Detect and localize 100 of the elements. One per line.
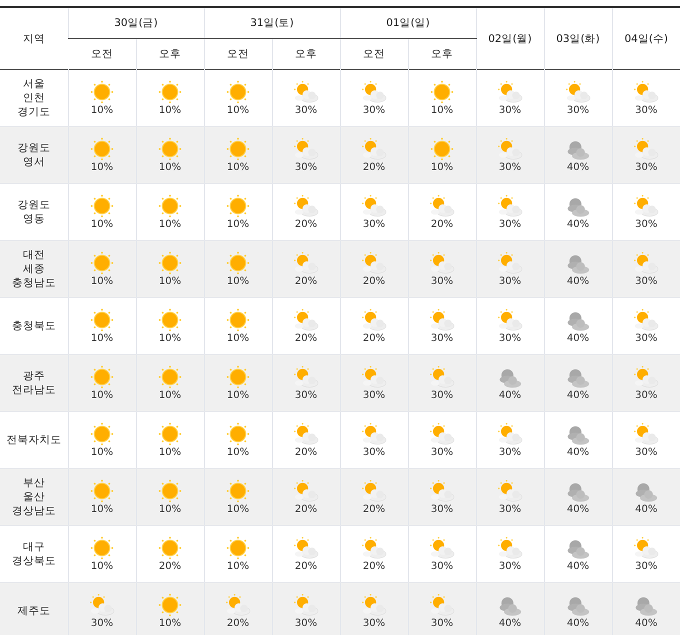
sun-cloud-icon: [360, 194, 388, 218]
sun-cloud-icon: [292, 422, 320, 446]
rain-chance: 40%: [566, 333, 590, 344]
rain-chance: 40%: [498, 390, 522, 401]
rain-chance: 30%: [362, 447, 386, 458]
sun-icon: [156, 593, 184, 617]
rain-chance: 10%: [226, 333, 250, 344]
sun-cloud-icon: [428, 422, 456, 446]
sun-icon: [88, 194, 116, 218]
sun-cloud-icon: [632, 308, 660, 332]
rain-chance: 30%: [430, 390, 454, 401]
rain-chance: 30%: [498, 333, 522, 344]
region-name: 제주도: [0, 582, 68, 635]
column-header: 지역: [0, 7, 68, 70]
rain-chance: 10%: [226, 219, 250, 230]
rain-chance: 10%: [90, 105, 114, 116]
rain-chance: 10%: [90, 504, 114, 515]
rain-chance: 10%: [90, 390, 114, 401]
rain-chance: 20%: [294, 219, 318, 230]
rain-chance: 10%: [158, 333, 182, 344]
rain-chance: 10%: [90, 447, 114, 458]
rain-chance: 10%: [158, 105, 182, 116]
sun-cloud-icon: [360, 137, 388, 161]
region-name: 광주 전라남도: [0, 354, 68, 412]
rain-chance: 10%: [226, 390, 250, 401]
sun-cloud-icon: [292, 194, 320, 218]
rain-chance: 10%: [90, 561, 114, 572]
rain-chance: 10%: [158, 219, 182, 230]
region-name: 대전 세종 충청남도: [0, 240, 68, 298]
rain-chance: 30%: [498, 105, 522, 116]
rain-chance: 30%: [566, 105, 590, 116]
rain-chance: 30%: [430, 618, 454, 629]
rain-chance: 30%: [294, 105, 318, 116]
sun-cloud-icon: [496, 308, 524, 332]
rain-chance: 10%: [158, 276, 182, 287]
sun-icon: [224, 422, 252, 446]
sun-icon: [156, 308, 184, 332]
region-name: 부산 울산 경상남도: [0, 468, 68, 526]
rain-chance: 10%: [226, 105, 250, 116]
sun-cloud-icon: [88, 593, 116, 617]
rain-chance: 30%: [498, 276, 522, 287]
sun-cloud-icon: [428, 479, 456, 503]
column-header: 오후: [272, 38, 340, 70]
sun-cloud-icon: [292, 479, 320, 503]
sun-cloud-icon: [632, 251, 660, 275]
sun-cloud-icon: [496, 80, 524, 104]
rain-chance: 20%: [430, 219, 454, 230]
rain-chance: 40%: [566, 276, 590, 287]
sun-cloud-icon: [496, 194, 524, 218]
rain-chance: 10%: [158, 618, 182, 629]
sun-cloud-icon: [360, 365, 388, 389]
sun-cloud-icon: [292, 593, 320, 617]
rain-chance: 30%: [430, 504, 454, 515]
rain-chance: 40%: [566, 219, 590, 230]
rain-chance: 20%: [294, 333, 318, 344]
rain-chance: 40%: [635, 618, 658, 629]
rain-chance: 20%: [294, 447, 318, 458]
rain-chance: 20%: [362, 162, 386, 173]
sun-cloud-icon: [428, 365, 456, 389]
sun-cloud-icon: [564, 80, 592, 104]
column-header: 02일(월): [476, 7, 544, 70]
sun-icon: [88, 479, 116, 503]
rain-chance: 20%: [294, 561, 318, 572]
sun-icon: [156, 479, 184, 503]
rain-chance: 10%: [90, 333, 114, 344]
column-header: 04일(수): [612, 7, 680, 70]
sun-icon: [224, 536, 252, 560]
sun-icon: [156, 137, 184, 161]
column-header: 오후: [408, 38, 476, 70]
sun-cloud-icon: [428, 194, 456, 218]
sun-cloud-icon: [360, 251, 388, 275]
rain-chance: 10%: [90, 276, 114, 287]
rain-chance: 30%: [362, 618, 386, 629]
rain-chance: 30%: [430, 333, 454, 344]
sun-cloud-icon: [496, 137, 524, 161]
sun-cloud-icon: [360, 479, 388, 503]
column-header: 오전: [340, 38, 408, 70]
sun-icon: [88, 80, 116, 104]
rain-chance: 10%: [226, 504, 250, 515]
rain-chance: 20%: [294, 276, 318, 287]
sun-cloud-icon: [632, 365, 660, 389]
rain-chance: 30%: [635, 162, 658, 173]
rain-chance: 10%: [158, 162, 182, 173]
rain-chance: 30%: [430, 276, 454, 287]
sun-icon: [224, 365, 252, 389]
sun-cloud-icon: [632, 422, 660, 446]
sun-icon: [428, 137, 456, 161]
sun-icon: [88, 251, 116, 275]
sun-cloud-icon: [632, 194, 660, 218]
sun-cloud-icon: [632, 137, 660, 161]
sun-icon: [88, 308, 116, 332]
rain-chance: 30%: [362, 390, 386, 401]
rain-chance: 30%: [498, 447, 522, 458]
rain-chance: 40%: [566, 504, 590, 515]
rain-chance: 30%: [294, 162, 318, 173]
sun-icon: [156, 80, 184, 104]
rain-chance: 10%: [90, 219, 114, 230]
sun-icon: [224, 251, 252, 275]
rain-chance: 30%: [635, 390, 658, 401]
rain-chance: 20%: [362, 561, 386, 572]
